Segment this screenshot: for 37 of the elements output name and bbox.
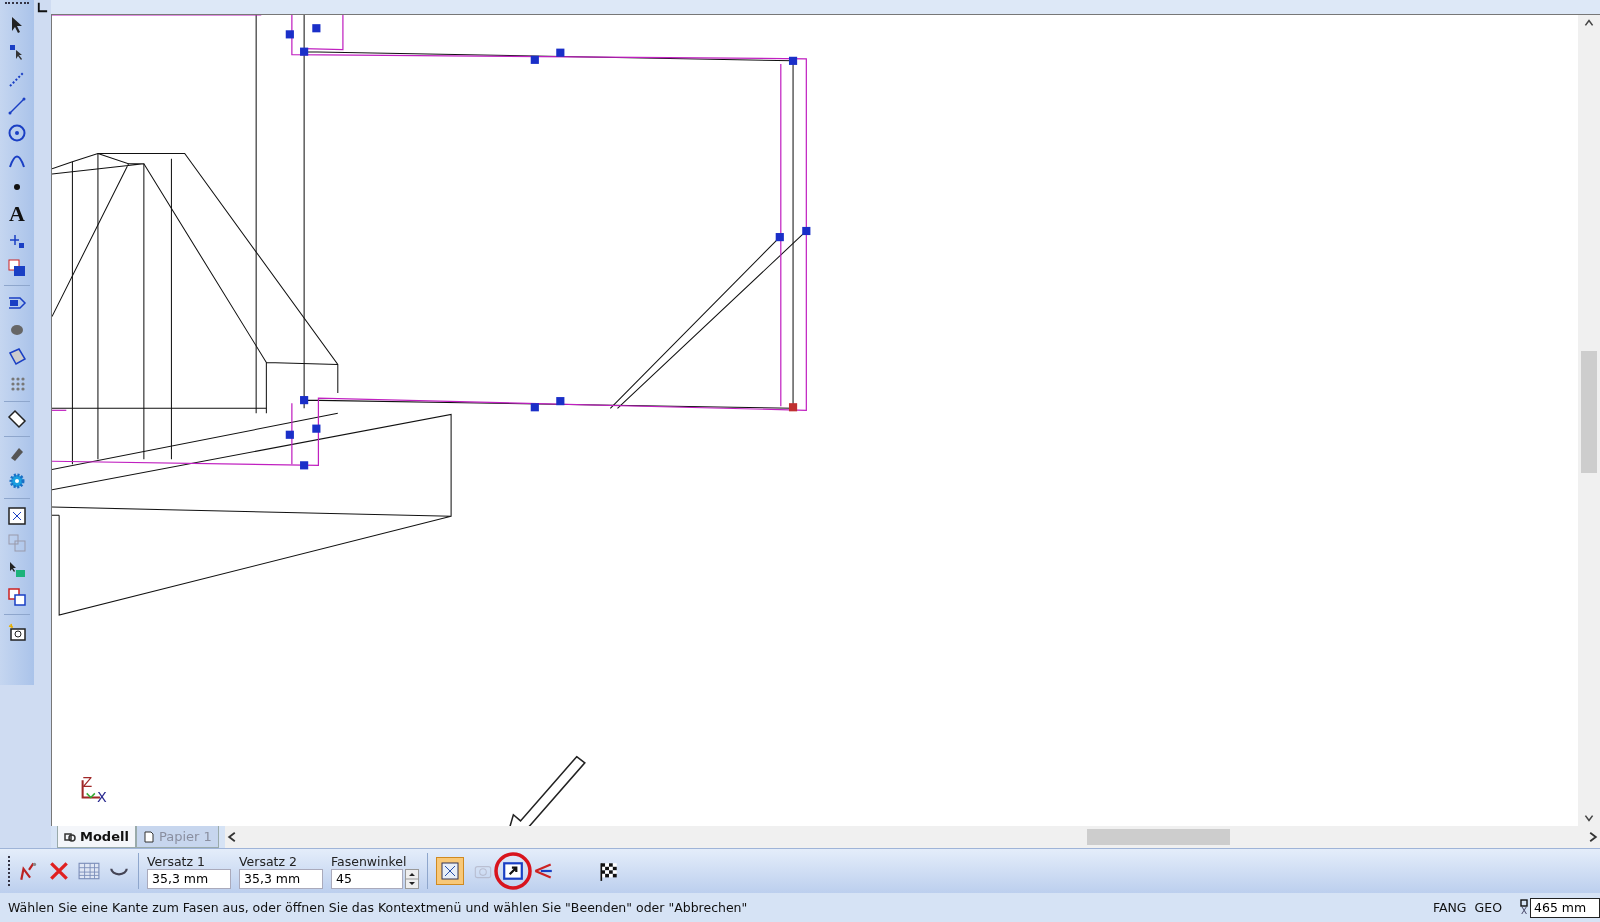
checkered-flag-icon[interactable] — [598, 860, 620, 883]
selection-handles[interactable] — [285, 24, 811, 470]
angle-field[interactable]: 45 — [331, 868, 403, 889]
text-tool[interactable]: A — [7, 204, 27, 224]
scrollbar-thumb[interactable] — [1581, 351, 1597, 473]
selection-outline[interactable] — [52, 15, 807, 466]
scrollbar-thumb[interactable] — [1087, 829, 1230, 845]
page-icon — [142, 830, 155, 843]
ruler-icon[interactable] — [7, 409, 27, 429]
spin-buttons[interactable] — [405, 868, 419, 889]
gear-icon[interactable] — [7, 471, 27, 491]
select-box-icon[interactable] — [7, 560, 27, 580]
camera-icon[interactable] — [7, 622, 27, 642]
status-message: Wählen Sie eine Kante zum Fasen aus, oder öffnen Sie das Kontextmenü und wählen Sie "Beenden" oder "Abbrechen" — [8, 900, 748, 916]
layer-icon[interactable] — [7, 258, 27, 278]
coordinate-field[interactable]: 465 mm — [1530, 897, 1600, 918]
vertical-scrollbar[interactable] — [1578, 15, 1600, 826]
mode-toggle-button[interactable] — [436, 857, 464, 886]
close-icon[interactable] — [48, 860, 70, 883]
field-label: Fasenwinkel — [331, 853, 408, 869]
offset-field[interactable]: 35,3 mm — [239, 868, 323, 889]
frame-icon[interactable] — [7, 506, 27, 526]
line-icon[interactable] — [7, 96, 27, 116]
highlight-circle — [493, 851, 533, 892]
origin-icon[interactable] — [36, 1, 49, 14]
drawing-canvas[interactable]: Z X — [51, 15, 1578, 826]
axis-label: X — [1520, 907, 1528, 917]
field-label: Versatz 1 — [147, 853, 206, 869]
horizontal-scrollbar[interactable] — [224, 826, 1600, 848]
copy-icon[interactable] — [7, 587, 27, 607]
field-label: Versatz 2 — [239, 853, 298, 869]
sheet-tab[interactable]: Modell — [57, 826, 136, 848]
snap-indicator[interactable]: FANG — [1432, 900, 1467, 916]
square-icon — [1520, 899, 1528, 908]
offset-field[interactable]: 35,3 mm — [147, 868, 231, 889]
snap-indicator[interactable]: GEO — [1474, 900, 1502, 916]
circle-icon[interactable] — [7, 123, 27, 143]
